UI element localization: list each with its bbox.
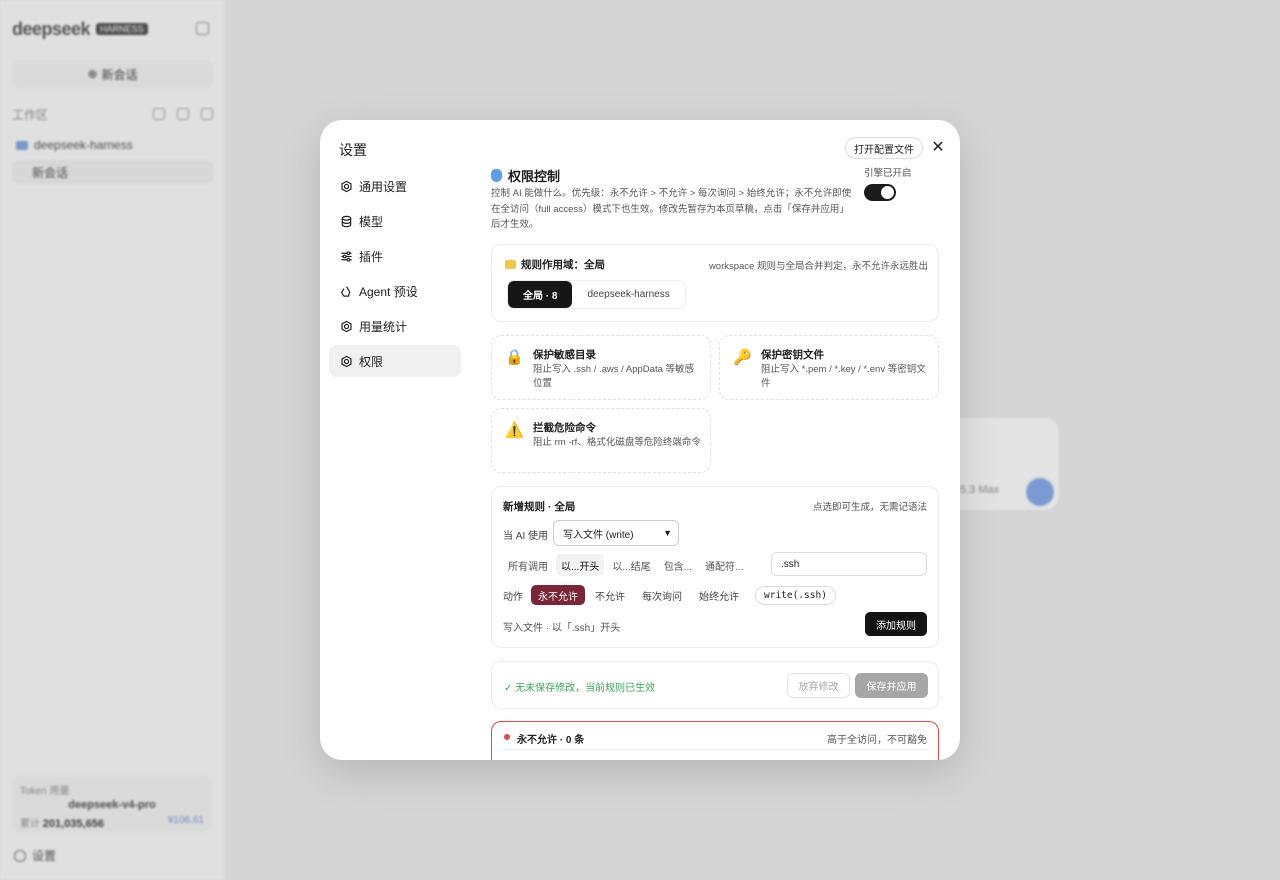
save-bar: ✓ 无未保存修改，当前规则已生效 放弃修改 保存并应用 <box>491 661 939 709</box>
action-deny[interactable]: 不允许 <box>588 585 632 605</box>
pattern-input[interactable]: .ssh <box>771 552 927 576</box>
gear-icon <box>339 319 353 333</box>
scope-tabs: 全局 · 8 deepseek-harness <box>507 280 686 309</box>
folder-icon <box>505 260 516 269</box>
scope-note: workspace 规则与全局合并判定，永不允许永远胜出 <box>708 261 928 272</box>
tool-select-value: 写入文件 (write) <box>563 529 634 541</box>
recycle-icon <box>339 284 353 298</box>
engine-label: 引擎已开启 <box>864 168 912 179</box>
preset-desc: 阻止写入 .ssh / .aws / AppData 等敏感位置 <box>533 364 695 389</box>
action-never-allow[interactable]: 永不允许 <box>531 585 585 605</box>
nav-item-label: 模型 <box>359 214 384 229</box>
ai-use-label: 当 AI 使用 <box>503 531 549 542</box>
sliders-icon <box>339 249 353 263</box>
gear-icon <box>339 179 353 193</box>
scope-card: 规则作用域：全局 workspace 规则与全局合并判定，永不允许永远胜出 全局… <box>491 244 939 322</box>
permissions-title: 权限控制 <box>491 166 560 185</box>
new-rule-hint: 点选即可生成，无需记语法 <box>812 502 927 513</box>
save-status: ✓ 无未保存修改，当前规则已生效 <box>504 683 656 694</box>
nav-item-label: 插件 <box>359 249 384 264</box>
never-allow-note: 高于全访问，不可豁免 <box>827 735 927 746</box>
lock-icon: 🔒 <box>505 349 524 366</box>
tool-select[interactable]: 写入文件 (write) ▼ <box>553 520 679 546</box>
shield-icon <box>491 169 502 182</box>
match-ends-with[interactable]: 以...结尾 <box>607 554 655 576</box>
preset-title: 拦截危险命令 <box>533 422 596 434</box>
nav-item-model[interactable]: 模型 <box>329 205 461 237</box>
settings-nav: 通用设置 模型 插件 Agent 预设 用量统计 权限 <box>329 170 461 380</box>
warning-icon: ⚠️ <box>505 422 524 439</box>
tab-workspace[interactable]: deepseek-harness <box>572 281 684 308</box>
match-wildcard[interactable]: 通配符... <box>700 554 748 576</box>
tab-global[interactable]: 全局 · 8 <box>508 281 573 308</box>
new-rule-title: 新增规则 · 全局 <box>503 501 576 513</box>
preset-protect-key-files[interactable]: 🔑 保护密钥文件 阻止写入 *.pem / *.key / *.env 等密钥文… <box>719 335 939 400</box>
match-all[interactable]: 所有调用 <box>503 554 553 576</box>
nav-item-label: 权限 <box>359 354 384 369</box>
engine-toggle[interactable] <box>864 184 896 201</box>
action-row: 动作 永不允许 不允许 每次询问 始终允许 write(.ssh) <box>503 585 836 605</box>
permissions-description: 控制 AI 能做什么。优先级：永不允许 > 不允许 > 每次询问 > 始终允许；… <box>491 188 852 230</box>
permissions-title-text: 权限控制 <box>508 169 561 184</box>
nav-item-label: Agent 预设 <box>359 284 418 299</box>
new-rule-card: 新增规则 · 全局 点选即可生成，无需记语法 当 AI 使用 写入文件 (wri… <box>491 486 939 648</box>
action-label: 动作 <box>503 591 523 603</box>
nav-item-label: 用量统计 <box>359 319 408 334</box>
modal-title: 设置 <box>339 142 367 158</box>
scope-title: 规则作用域：全局 <box>505 257 605 272</box>
nav-item-usage[interactable]: 用量统计 <box>329 310 461 342</box>
permissions-panel: 权限控制 控制 AI 能做什么。优先级：永不允许 > 不允许 > 每次询问 > … <box>491 160 939 760</box>
never-allow-title: 永不允许 · 0 条 <box>517 735 585 746</box>
divider <box>502 749 928 750</box>
discard-button[interactable]: 放弃修改 <box>787 673 850 698</box>
preset-protect-sensitive-dirs[interactable]: 🔒 保护敏感目录 阻止写入 .ssh / .aws / AppData 等敏感位… <box>491 335 711 400</box>
nav-item-agent-presets[interactable]: Agent 预设 <box>329 275 461 307</box>
gear-icon <box>339 354 353 368</box>
preset-block-dangerous-commands[interactable]: ⚠️ 拦截危险命令 阻止 rm -rf、格式化磁盘等危险终端命令 <box>491 408 711 473</box>
action-always-allow[interactable]: 始终允许 <box>692 585 746 605</box>
nav-item-label: 通用设置 <box>359 179 408 194</box>
key-icon: 🔑 <box>733 349 752 366</box>
match-contains[interactable]: 包含... <box>659 554 697 576</box>
match-starts-with[interactable]: 以...开头 <box>556 554 605 576</box>
match-type-row: 所有调用 以...开头 以...结尾 包含... 通配符... <box>503 553 751 577</box>
save-apply-button[interactable]: 保存并应用 <box>855 673 928 698</box>
nav-item-plugins[interactable]: 插件 <box>329 240 461 272</box>
database-icon <box>339 214 353 228</box>
rule-summary: 写入文件 · 以「.ssh」开头 <box>503 623 621 634</box>
scope-title-text: 规则作用域：全局 <box>521 259 605 271</box>
nav-item-permissions[interactable]: 权限 <box>329 345 461 377</box>
preset-title: 保护敏感目录 <box>533 349 596 361</box>
add-rule-button[interactable]: 添加规则 <box>865 612 927 636</box>
status-dot <box>504 734 510 740</box>
close-icon[interactable]: ✕ <box>929 138 947 156</box>
open-config-button[interactable]: 打开配置文件 <box>845 137 923 159</box>
action-ask[interactable]: 每次询问 <box>635 585 689 605</box>
settings-modal: 设置 通用设置 模型 插件 Agent 预设 用量统计 权限 打开配置文件 ✕ <box>320 120 960 760</box>
preset-desc: 阻止写入 *.pem / *.key / *.env 等密钥文件 <box>761 364 926 389</box>
rule-preview-chip: write(.ssh) <box>755 585 836 605</box>
preset-title: 保护密钥文件 <box>761 349 824 361</box>
preset-desc: 阻止 rm -rf、格式化磁盘等危险终端命令 <box>533 437 701 448</box>
nav-item-general[interactable]: 通用设置 <box>329 170 461 202</box>
never-allow-section: 永不允许 · 0 条 高于全访问，不可豁免 <box>491 721 939 760</box>
chevron-down-icon: ▼ <box>663 528 672 538</box>
